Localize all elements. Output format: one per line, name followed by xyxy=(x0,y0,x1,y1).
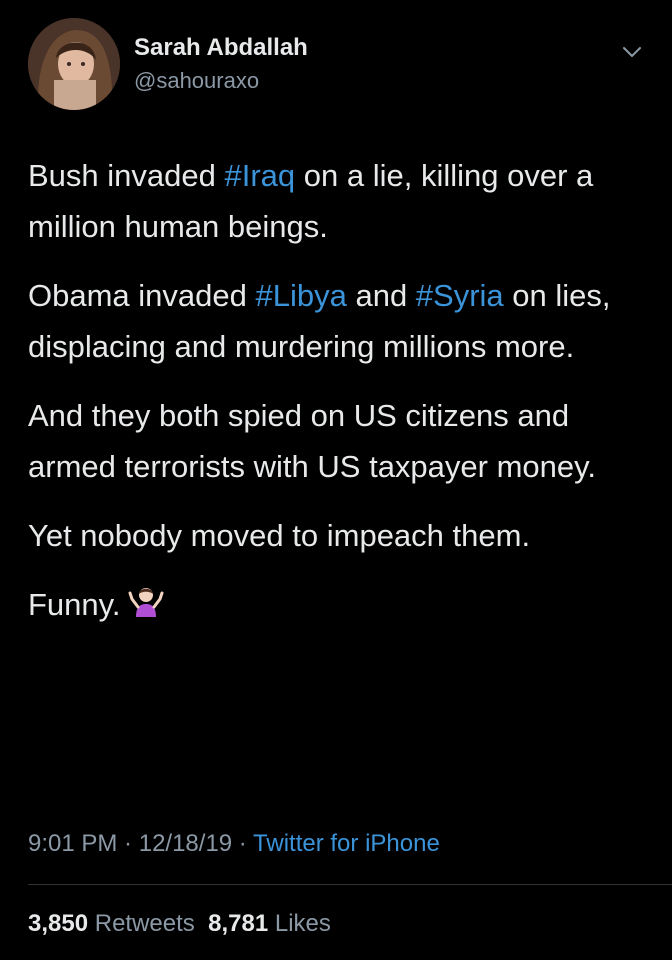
author-handle[interactable]: @sahouraxo xyxy=(134,68,259,94)
tweet-text: Bush invaded #Iraq on a lie, killing ove… xyxy=(28,150,648,648)
tweet-stats: 3,850 Retweets 8,781 Likes xyxy=(28,910,331,938)
avatar[interactable] xyxy=(28,18,120,110)
tweet-paragraph-3: And they both spied on US citizens and a… xyxy=(28,398,596,484)
text-segment: Bush invaded xyxy=(28,158,225,193)
likes-stat[interactable]: 8,781 Likes xyxy=(208,910,331,937)
tweet-meta: 9:01 PM · 12/18/19 · Twitter for iPhone xyxy=(28,830,440,858)
retweets-count: 3,850 xyxy=(28,910,89,937)
text-segment: Obama invaded xyxy=(28,278,256,313)
divider xyxy=(28,884,672,885)
person-shrugging-icon xyxy=(128,588,164,617)
tweet-source-link[interactable]: Twitter for iPhone xyxy=(253,830,440,857)
text-segment: and xyxy=(346,278,416,313)
retweets-label: Retweets xyxy=(94,910,195,937)
hashtag-link-syria[interactable]: #Syria xyxy=(416,278,504,313)
tweet-paragraph-4: Yet nobody moved to impeach them. xyxy=(28,518,531,553)
meta-separator: · xyxy=(117,830,139,857)
tweet-time[interactable]: 9:01 PM xyxy=(28,830,117,857)
retweets-stat[interactable]: 3,850 Retweets xyxy=(28,910,195,937)
tweet-header: Sarah Abdallah @sahouraxo xyxy=(28,14,648,114)
tweet-paragraph-1: Bush invaded #Iraq on a lie, killing ove… xyxy=(28,150,648,252)
tweet-paragraph-2: Obama invaded #Libya and #Syria on lies,… xyxy=(28,270,648,372)
likes-label: Likes xyxy=(274,910,331,937)
tweet-paragraph-5: Funny. xyxy=(28,579,648,630)
hashtag-link-iraq[interactable]: #Iraq xyxy=(224,158,295,193)
chevron-down-icon[interactable] xyxy=(620,40,644,64)
meta-separator: · xyxy=(232,830,254,857)
hashtag-link-libya[interactable]: #Libya xyxy=(255,278,346,313)
text-segment: Funny. xyxy=(28,587,121,622)
avatar-image xyxy=(28,18,120,110)
tweet-date[interactable]: 12/18/19 xyxy=(139,830,232,857)
likes-count: 8,781 xyxy=(208,910,269,937)
author-name[interactable]: Sarah Abdallah xyxy=(134,34,308,62)
